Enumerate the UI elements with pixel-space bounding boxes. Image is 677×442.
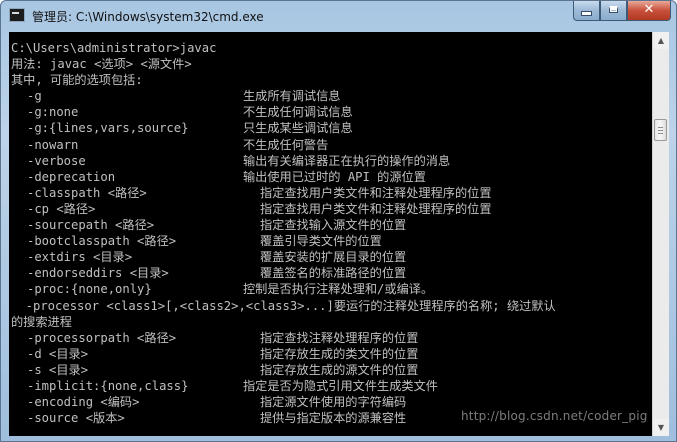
option-row: -g 生成所有调试信息 [11, 88, 556, 104]
option-row: -bootclasspath <路径> 覆盖引导类文件的位置 [11, 233, 556, 249]
option-row: -sourcepath <路径> 指定查找输入源文件的位置 [11, 217, 556, 233]
option-description: 输出有关编译器正在执行的操作的消息 [243, 153, 451, 168]
option-flag: -bootclasspath <路径> [27, 234, 177, 249]
option-flag: -g:{lines,vars,source} [27, 121, 189, 136]
thumb-grip-line [658, 127, 663, 128]
option-row: -s <目录> 指定存放生成的源文件的位置 [11, 362, 556, 378]
close-button[interactable]: ✕ [627, 1, 671, 21]
window-frame-bottom [1, 436, 676, 442]
scroll-down-arrow-icon[interactable]: ▼ [653, 419, 669, 436]
option-description: 不生成任何调试信息 [243, 105, 353, 120]
option-flag: -implicit:{none,class} [27, 378, 189, 393]
option-flag: -s <目录> [27, 362, 89, 377]
option-flag: -processorpath <路径> [27, 330, 177, 345]
processor-line: -processor <class1>[,<class2>,<class3>..… [11, 298, 556, 313]
vertical-scrollbar[interactable]: ▲ ▼ [652, 32, 669, 436]
option-flag: -nowarn [27, 137, 79, 152]
option-flag: -endorseddirs <目录> [27, 266, 169, 281]
option-row: -proc:{none,only} 控制是否执行注释处理和/或编译。 [11, 281, 556, 297]
watermark: http://blog.csdn.net/coder_pig [461, 409, 648, 423]
title-bar[interactable]: 管理员: C:\Windows\system32\cmd.exe ✕ [1, 1, 676, 31]
option-description: 指定查找输入源文件的位置 [260, 218, 407, 233]
option-row: -d <目录> 指定存放生成的类文件的位置 [11, 346, 556, 362]
option-description: 指定查找注释处理程序的位置 [260, 330, 419, 345]
maximize-button[interactable] [600, 1, 627, 21]
option-row: -classpath <路径> 指定查找用户类文件和注释处理程序的位置 [11, 185, 556, 201]
window-title: 管理员: C:\Windows\system32\cmd.exe [32, 10, 264, 24]
usage-line: 用法: javac <选项> <源文件> [11, 57, 192, 72]
option-description: 指定查找用户类文件和注释处理程序的位置 [260, 185, 492, 200]
option-description: 指定存放生成的源文件的位置 [260, 362, 419, 377]
option-flag: -source <版本> [27, 411, 125, 426]
option-description: 不生成任何警告 [243, 137, 329, 152]
thumb-grip-line [658, 133, 663, 134]
option-flag: -g:none [27, 105, 79, 120]
processor-wrap-line: 的搜索进程 [11, 314, 72, 329]
option-flag: -d <目录> [27, 346, 89, 361]
scroll-up-arrow-icon[interactable]: ▲ [653, 32, 669, 49]
option-row: -g:none 不生成任何调试信息 [11, 104, 556, 120]
option-row: -deprecation 输出使用已过时的 API 的源位置 [11, 169, 556, 185]
option-description: 指定存放生成的类文件的位置 [260, 346, 419, 361]
option-row: -implicit:{none,class} 指定是否为隐式引用文件生成类文件 [11, 378, 556, 394]
maximize-icon [609, 6, 618, 13]
option-row: -g:{lines,vars,source} 只生成某些调试信息 [11, 120, 556, 136]
minimize-icon [581, 11, 592, 16]
cmd-icon[interactable] [9, 8, 25, 22]
option-description: 只生成某些调试信息 [243, 121, 353, 136]
option-flag: -encoding <编码> [27, 395, 140, 410]
option-flag: -extdirs <目录> [27, 250, 133, 265]
option-row: -nowarn 不生成任何警告 [11, 137, 556, 153]
console-output[interactable]: C:\Users\administrator>javac 用法: javac <… [9, 32, 652, 436]
option-flag: -cp <路径> [27, 201, 96, 216]
cmd-window: 管理员: C:\Windows\system32\cmd.exe ✕ C:\Us… [0, 0, 677, 442]
thumb-grip-line [658, 130, 663, 131]
option-description: 生成所有调试信息 [243, 89, 341, 104]
prompt-line: C:\Users\administrator>javac [11, 41, 217, 55]
minimize-button[interactable] [573, 1, 600, 21]
option-row: -endorseddirs <目录> 覆盖签名的标准路径的位置 [11, 265, 556, 281]
option-description: 覆盖引导类文件的位置 [260, 234, 382, 249]
option-flag: -sourcepath <路径> [27, 218, 155, 233]
option-row: -verbose 输出有关编译器正在执行的操作的消息 [11, 153, 556, 169]
option-flag: -classpath <路径> [27, 185, 147, 200]
option-description: 输出使用已过时的 API 的源位置 [243, 169, 426, 184]
option-flag: -g [27, 89, 42, 104]
option-row: -encoding <编码> 指定源文件使用的字符编码 [11, 394, 556, 410]
option-description: 控制是否执行注释处理和/或编译。 [243, 282, 434, 297]
option-row: -processorpath <路径> 指定查找注释处理程序的位置 [11, 330, 556, 346]
option-description: 指定源文件使用的字符编码 [260, 395, 407, 410]
console-lines: C:\Users\administrator>javac 用法: javac <… [11, 40, 556, 426]
option-description: 指定查找用户类文件和注释处理程序的位置 [260, 201, 492, 216]
option-flag: -verbose [27, 153, 86, 168]
option-description: 覆盖签名的标准路径的位置 [260, 266, 407, 281]
option-row: -extdirs <目录> 覆盖安装的扩展目录的位置 [11, 249, 556, 265]
option-flag: -proc:{none,only} [27, 282, 152, 297]
option-flag: -deprecation [27, 169, 116, 184]
intro-line: 其中, 可能的选项包括: [11, 73, 143, 88]
close-icon: ✕ [643, 2, 655, 17]
scroll-thumb[interactable] [654, 119, 667, 141]
option-description: 提供与指定版本的源兼容性 [260, 411, 407, 426]
option-description: 覆盖安装的扩展目录的位置 [260, 250, 407, 265]
option-row: -cp <路径> 指定查找用户类文件和注释处理程序的位置 [11, 201, 556, 217]
option-description: 指定是否为隐式引用文件生成类文件 [243, 378, 438, 393]
